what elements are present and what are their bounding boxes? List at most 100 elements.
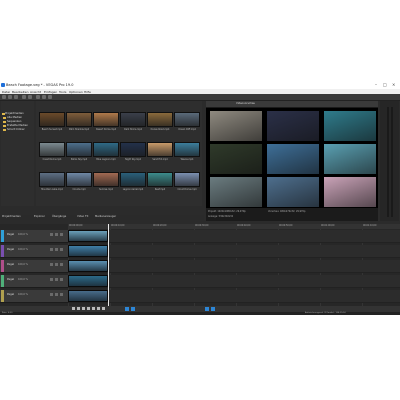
tree-item[interactable]: Alle Medien (7, 116, 22, 119)
media-thumbnail[interactable] (93, 112, 119, 127)
media-thumbnail[interactable] (66, 172, 92, 187)
record-icon[interactable] (72, 307, 75, 310)
cut-icon[interactable] (36, 95, 40, 99)
record-time-readout: Aufzeichnungszeit (2 Kanäle): 104:25:50 (305, 312, 346, 314)
mute-icon[interactable] (50, 233, 53, 236)
envelope-tool-icon[interactable] (211, 307, 215, 311)
media-thumbnail[interactable] (174, 172, 200, 187)
auto-ripple-icon[interactable] (131, 307, 135, 311)
media-thumbnail[interactable] (66, 112, 92, 127)
track-color-strip (1, 275, 4, 287)
media-thumbnail[interactable] (39, 142, 65, 157)
media-thumbnail[interactable] (174, 112, 200, 127)
track-lane[interactable] (68, 245, 400, 258)
media-thumbnail[interactable] (120, 172, 146, 187)
save-icon[interactable] (14, 95, 18, 99)
track-lane[interactable] (68, 230, 400, 243)
solo-icon[interactable] (55, 278, 58, 281)
open-icon[interactable] (8, 95, 12, 99)
mute-icon[interactable] (50, 278, 53, 281)
play-icon[interactable] (82, 307, 85, 310)
solo-icon[interactable] (55, 293, 58, 296)
media-thumbnail[interactable] (147, 112, 173, 127)
tab-transitions[interactable]: Übergänge (52, 215, 66, 218)
solo-icon[interactable] (55, 233, 58, 236)
copy-icon[interactable] (42, 95, 46, 99)
track-lane[interactable] (68, 290, 400, 303)
media-thumbnail[interactable] (93, 142, 119, 157)
media-thumbnail[interactable] (147, 172, 173, 187)
track-header[interactable]: Pegel 100,0 % (0, 245, 68, 258)
media-thumbnail-label: Palms Sky.mp4 (70, 158, 88, 161)
track-header[interactable]: Pegel 100,0 % (0, 290, 68, 303)
maximize-icon[interactable]: □ (383, 82, 387, 87)
track-level-value[interactable]: 100,0 % (18, 233, 28, 236)
snap-icon[interactable] (125, 307, 129, 311)
media-thumbnail-label: Night Sky.mp4 (125, 158, 141, 161)
timeline-clip[interactable] (68, 260, 108, 272)
track-level-value[interactable]: 100,0 % (18, 293, 28, 296)
track-lane[interactable] (68, 260, 400, 273)
fx-icon[interactable] (60, 263, 63, 266)
new-project-icon[interactable] (2, 95, 6, 99)
fx-icon[interactable] (60, 278, 63, 281)
edit-tool-icon[interactable] (205, 307, 209, 311)
preview-tile (210, 144, 262, 174)
media-thumbnail[interactable] (66, 142, 92, 157)
track-color-strip (1, 290, 4, 302)
mute-icon[interactable] (50, 263, 53, 266)
track-header[interactable]: Pegel 100,0 % (0, 275, 68, 288)
redo-icon[interactable] (28, 95, 32, 99)
stop-icon[interactable] (92, 307, 95, 310)
solo-icon[interactable] (55, 248, 58, 251)
timeline-clip[interactable] (68, 290, 108, 302)
explorer-tree: Projektmedien Alle Medien Sequenzen Erst… (1, 101, 34, 206)
media-thumbnail-label: Cloud Dome.mp4 (177, 188, 197, 191)
loop-icon[interactable] (77, 307, 80, 310)
fx-icon[interactable] (60, 293, 63, 296)
folder-icon (3, 125, 6, 127)
track-header[interactable]: Pegel 100,0 % (0, 260, 68, 273)
next-frame-icon[interactable] (102, 307, 105, 310)
tab-project-media[interactable]: Projektmedien (2, 215, 21, 218)
track-lane[interactable] (68, 275, 400, 288)
media-thumbnail[interactable] (120, 142, 146, 157)
tab-explorer[interactable]: Explorer (34, 215, 45, 218)
track-level-value[interactable]: 100,0 % (18, 248, 28, 251)
ruler-tick-label: 00:00:00;00 (69, 224, 83, 227)
playhead[interactable] (108, 224, 109, 306)
tab-media-generators[interactable]: Medienerzeuger (95, 215, 116, 218)
media-thumbnail[interactable] (39, 112, 65, 127)
paste-icon[interactable] (48, 95, 52, 99)
solo-icon[interactable] (55, 263, 58, 266)
minimize-icon[interactable]: – (375, 82, 377, 87)
media-thumbnail[interactable] (174, 142, 200, 157)
prev-frame-icon[interactable] (97, 307, 100, 310)
track-level-label: Pegel (7, 248, 15, 251)
track-level-label: Pegel (7, 233, 15, 236)
time-ruler[interactable]: 00:00:00;00 00:00:10;00 00:00:20;00 00:00:3… (68, 224, 400, 229)
fx-icon[interactable] (60, 233, 63, 236)
track-level-value[interactable]: 100,0 % (18, 263, 28, 266)
tab-video-fx[interactable]: Video FX (77, 215, 88, 218)
mute-icon[interactable] (50, 248, 53, 251)
mute-icon[interactable] (50, 293, 53, 296)
close-icon[interactable]: × (392, 82, 395, 87)
tree-item[interactable]: Erstellte Medien (7, 124, 28, 127)
timeline-clip[interactable] (68, 230, 108, 242)
track-level-value[interactable]: 100,0 % (18, 278, 28, 281)
track-header[interactable]: Pegel 100,0 % (0, 230, 68, 243)
pause-icon[interactable] (87, 307, 90, 310)
tree-item[interactable]: Projektmedien (5, 112, 24, 115)
tree-item[interactable]: Sequenzen (7, 120, 21, 123)
fx-icon[interactable] (60, 248, 63, 251)
media-thumbnail[interactable] (147, 142, 173, 157)
timeline-clip[interactable] (68, 275, 108, 287)
tree-item[interactable]: Smart Ordner (7, 128, 25, 131)
media-thumbnail[interactable] (120, 112, 146, 127)
media-thumbnail[interactable] (93, 172, 119, 187)
undo-icon[interactable] (22, 95, 26, 99)
media-thumbnail[interactable] (39, 172, 65, 187)
media-thumbnail-label: Sand Hill.mp4 (152, 158, 168, 161)
timeline-clip[interactable] (68, 245, 108, 257)
